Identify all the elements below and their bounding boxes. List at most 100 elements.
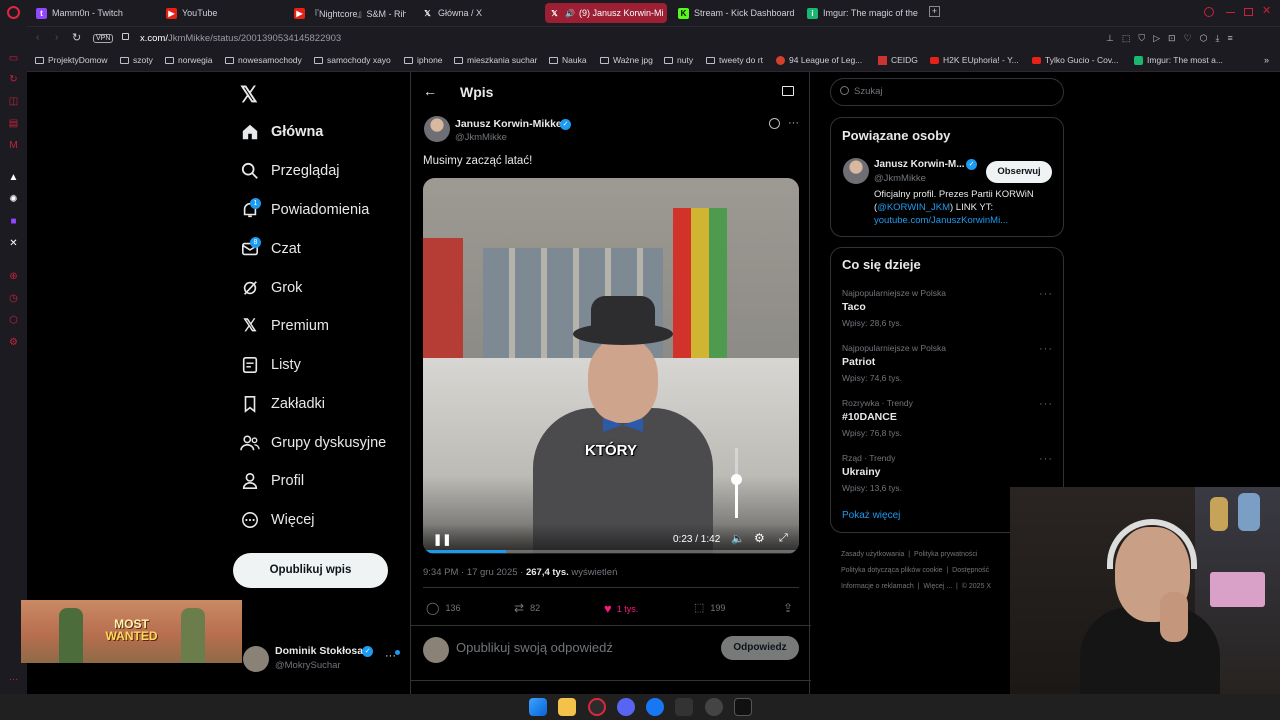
reply-input[interactable]: Opublikuj swoją odpowiedź bbox=[456, 640, 613, 655]
bookmark-folder[interactable]: samochody xayo bbox=[314, 55, 391, 65]
cube-icon[interactable]: ⬡ bbox=[8, 315, 19, 326]
bio-mention-link[interactable]: @KORWIN_JKM bbox=[877, 202, 950, 213]
shield-icon[interactable]: ⛉ bbox=[1138, 33, 1145, 44]
bookmark-link[interactable]: CEIDG bbox=[878, 55, 918, 65]
like-action[interactable]: ♥ 1 tys. bbox=[604, 601, 638, 616]
related-name[interactable]: Janusz Korwin-M... bbox=[874, 159, 965, 170]
reply-action[interactable]: ◯ 136 bbox=[426, 601, 460, 615]
nav-item-lists[interactable]: Listy bbox=[240, 355, 301, 375]
ai-icon[interactable]: ▲ bbox=[8, 172, 19, 183]
chatgpt-icon[interactable]: ✺ bbox=[8, 194, 19, 205]
history-icon[interactable]: ↻ bbox=[8, 74, 19, 85]
tab-youtube[interactable]: ▶ YouTube bbox=[166, 3, 286, 23]
menu-icon[interactable]: ≡ bbox=[1228, 33, 1233, 44]
video-player[interactable]: KTÓRY ❚❚ 0:23 / 1:42 🔈 ⚙ ⤢ bbox=[423, 178, 799, 554]
x-logo-icon[interactable]: 𝕏 bbox=[240, 82, 258, 108]
share-action[interactable]: ⇪ bbox=[783, 601, 793, 615]
extensions-icon[interactable]: ⬡ bbox=[1200, 33, 1208, 44]
flow-icon[interactable]: ⊡ bbox=[1168, 33, 1176, 44]
trend-more-icon[interactable]: ··· bbox=[1039, 398, 1053, 410]
windows-start-icon[interactable] bbox=[529, 698, 547, 716]
close-icon[interactable]: ✕ bbox=[1262, 4, 1271, 17]
nav-item-more[interactable]: Więcej bbox=[240, 510, 315, 530]
obs-icon[interactable] bbox=[705, 698, 723, 716]
minimize-icon[interactable] bbox=[1226, 12, 1235, 13]
bookmark-link[interactable]: Tylko Gucio - Cov... bbox=[1032, 55, 1119, 65]
bookmark-folder[interactable]: szoty bbox=[120, 55, 153, 65]
trend-more-icon[interactable]: ··· bbox=[1039, 288, 1053, 300]
tab-nightcore[interactable]: ▶ 『Nightcore』S&M - Rihan bbox=[294, 3, 406, 23]
clock-icon[interactable]: ◷ bbox=[8, 293, 19, 304]
footer-link[interactable]: Zasady użytkowania bbox=[841, 551, 904, 558]
search-input[interactable]: Szukaj bbox=[854, 86, 883, 97]
file-explorer-icon[interactable] bbox=[558, 698, 576, 716]
tab-imgur[interactable]: i Imgur: The magic of the I bbox=[807, 3, 919, 23]
bookmark-folder[interactable]: nuty bbox=[664, 55, 693, 65]
author-avatar[interactable] bbox=[424, 116, 450, 142]
bookmark-link[interactable]: H2K EUphoria! - Y... bbox=[930, 55, 1019, 65]
play-icon[interactable]: ▷ bbox=[1153, 33, 1160, 44]
video-progress-track[interactable] bbox=[423, 550, 799, 553]
snapshot-icon[interactable]: ⬚ bbox=[1122, 33, 1131, 44]
twitch-icon[interactable]: ■ bbox=[8, 216, 19, 227]
trend-item[interactable]: Najpopularniejsze w Polska Taco Wpisy: 2… bbox=[842, 288, 1052, 328]
new-tab-button[interactable]: + bbox=[929, 6, 940, 17]
footer-link[interactable]: Polityka dotycząca plików cookie bbox=[841, 567, 943, 574]
more-bookmarks-icon[interactable]: » bbox=[1264, 55, 1269, 65]
reload-icon[interactable]: ↻ bbox=[72, 31, 81, 44]
account-avatar[interactable] bbox=[243, 646, 269, 672]
nav-item-explore[interactable]: Przeglądaj bbox=[240, 161, 340, 181]
epic-games-icon[interactable] bbox=[675, 698, 693, 716]
trend-item[interactable]: Rozrywka · Trendy #10DANCE Wpisy: 76,8 t… bbox=[842, 398, 1052, 438]
bookmark-folder[interactable]: Ważne jpg bbox=[600, 55, 653, 65]
bookmark-link[interactable]: Imgur: The most a... bbox=[1134, 55, 1223, 65]
bookmark-folder[interactable]: Nauka bbox=[549, 55, 587, 65]
more-icon[interactable]: … bbox=[8, 672, 19, 683]
bookmark-folder[interactable]: norwegia bbox=[165, 55, 213, 65]
volume-knob[interactable] bbox=[731, 473, 742, 485]
bookmark-folder[interactable]: iphone bbox=[404, 55, 443, 65]
heart-icon[interactable]: ♡ bbox=[1184, 33, 1192, 44]
footer-link[interactable]: Informacje o reklamach bbox=[841, 583, 914, 590]
repost-action[interactable]: ⇄ 82 bbox=[514, 601, 540, 615]
x-icon[interactable]: ✕ bbox=[8, 238, 19, 249]
footer-link[interactable]: Więcej ... bbox=[923, 583, 952, 590]
show-more-link[interactable]: Pokaż więcej bbox=[842, 510, 900, 521]
messenger-icon[interactable]: ▭ bbox=[8, 53, 19, 64]
wallet-icon[interactable]: ◫ bbox=[8, 96, 19, 107]
reply-button[interactable]: Odpowiedz bbox=[721, 636, 799, 660]
search-tabs-icon[interactable] bbox=[1204, 7, 1214, 17]
volume-icon[interactable]: 🔈 bbox=[731, 532, 745, 545]
volume-slider[interactable] bbox=[731, 448, 742, 518]
settings-icon[interactable]: ⚙ bbox=[754, 531, 765, 545]
gmail-icon[interactable]: M bbox=[8, 140, 19, 151]
mail-icon[interactable]: ▤ bbox=[8, 118, 19, 129]
trend-more-icon[interactable]: ··· bbox=[1039, 343, 1053, 355]
nav-item-home[interactable]: Główna bbox=[240, 122, 323, 142]
post-timestamp[interactable]: 9:34 PM · 17 gru 2025 · bbox=[423, 567, 526, 578]
add-icon[interactable]: ⊕ bbox=[8, 271, 19, 282]
settings-icon[interactable]: ⚙ bbox=[8, 337, 19, 348]
nav-item-communities[interactable]: Grupy dyskusyjne bbox=[240, 433, 386, 453]
tab-x-home[interactable]: 𝕏 Główna / X bbox=[422, 3, 532, 23]
bookmark-folder[interactable]: ProjektyDomow bbox=[35, 55, 108, 65]
bookmark-link[interactable]: 94 League of Leg... bbox=[776, 55, 862, 65]
bookmark-folder[interactable]: tweety do rt bbox=[706, 55, 763, 65]
author-name[interactable]: Janusz Korwin-Mikke bbox=[455, 118, 562, 130]
facebook-icon[interactable] bbox=[646, 698, 664, 716]
fullscreen-icon[interactable]: ⤢ bbox=[779, 532, 788, 545]
maximize-icon[interactable] bbox=[1244, 8, 1253, 16]
bookmark-action[interactable]: ⬚ 199 bbox=[694, 601, 725, 614]
opera-logo-icon[interactable] bbox=[7, 6, 20, 19]
related-avatar[interactable] bbox=[843, 158, 869, 184]
bookmark-folder[interactable]: nowesamochody bbox=[225, 55, 302, 65]
grok-icon[interactable] bbox=[769, 118, 780, 129]
tab-twitch[interactable]: t Mamm0n - Twitch bbox=[36, 3, 156, 23]
footer-link[interactable]: Polityka prywatności bbox=[914, 551, 977, 558]
reader-icon[interactable] bbox=[782, 86, 794, 96]
trend-item[interactable]: Najpopularniejsze w Polska Patriot Wpisy… bbox=[842, 343, 1052, 383]
follow-button[interactable]: Obserwuj bbox=[986, 161, 1052, 183]
discord-icon[interactable] bbox=[617, 698, 635, 716]
nav-item-bookmarks[interactable]: Zakładki bbox=[240, 394, 325, 414]
forward-icon[interactable]: › bbox=[55, 32, 58, 43]
